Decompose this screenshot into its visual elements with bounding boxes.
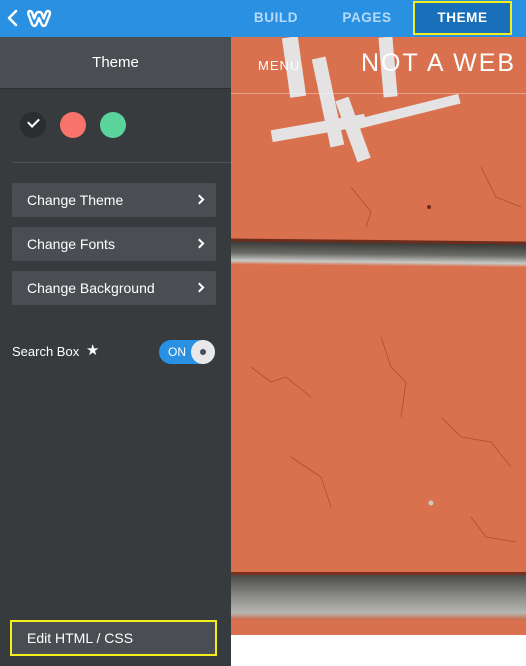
swatch-green[interactable]	[100, 112, 126, 138]
brick-cracks	[250, 166, 522, 543]
weebly-logo-icon[interactable]	[26, 6, 54, 30]
knob-dot	[200, 349, 206, 355]
search-box-setting: Search Box ★ ON	[12, 340, 216, 364]
chevron-right-icon	[194, 238, 205, 249]
site-menu-link[interactable]: MENU	[258, 58, 300, 73]
edit-html-css-button[interactable]: Edit HTML / CSS	[10, 620, 217, 656]
site-title[interactable]: NOT A WEB	[361, 49, 516, 78]
top-navigation-bar: BUILD PAGES THEME	[0, 0, 526, 37]
swatch-coral[interactable]	[60, 112, 86, 138]
toggle-knob	[191, 340, 215, 364]
star-icon: ★	[86, 342, 100, 359]
header-divider	[231, 93, 526, 94]
change-fonts-button[interactable]: Change Fonts	[12, 227, 216, 261]
theme-sidebar: Theme Change Theme Change Fonts Change B…	[0, 37, 231, 666]
change-fonts-label: Change Fonts	[27, 236, 115, 252]
change-theme-button[interactable]: Change Theme	[12, 183, 216, 217]
sidebar-title: Theme	[0, 37, 231, 89]
swatch-dark-selected[interactable]	[20, 112, 46, 138]
brick-background-image	[231, 37, 526, 635]
toggle-state-label: ON	[168, 345, 186, 359]
site-preview[interactable]: MENU NOT A WEB	[231, 37, 526, 666]
change-background-button[interactable]: Change Background	[12, 271, 216, 305]
tab-theme[interactable]: THEME	[413, 1, 512, 35]
chevron-right-icon	[194, 282, 205, 293]
checkmark-icon	[27, 115, 40, 128]
tab-pages[interactable]: PAGES	[334, 0, 400, 37]
chevron-right-icon	[194, 194, 205, 205]
change-theme-label: Change Theme	[27, 192, 124, 208]
back-chevron-icon[interactable]	[4, 6, 20, 30]
change-background-label: Change Background	[27, 280, 155, 296]
tab-build[interactable]: BUILD	[243, 0, 309, 37]
search-box-toggle[interactable]: ON	[159, 340, 215, 364]
divider	[13, 162, 231, 163]
search-box-label: Search Box	[12, 344, 80, 359]
